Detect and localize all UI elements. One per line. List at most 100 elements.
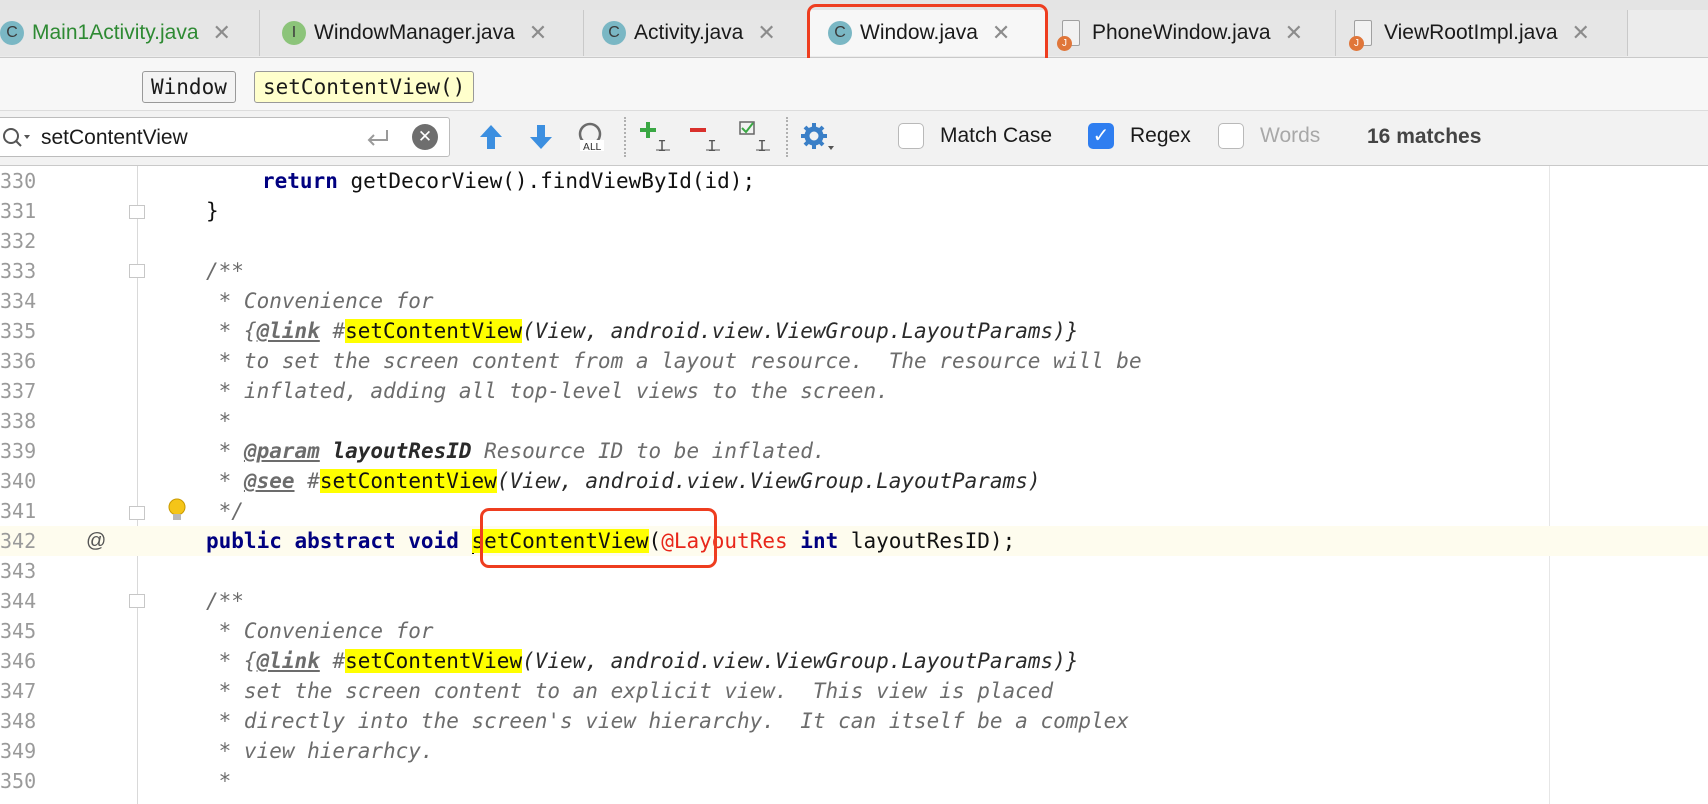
search-input[interactable]: setContentView ✕ — [0, 117, 450, 157]
line-number: 331 — [0, 199, 37, 223]
comment-text: * Convenience for — [206, 289, 434, 313]
comment-text: * directly into the screen's view hierar… — [206, 709, 1129, 733]
match-case-checkbox[interactable] — [898, 123, 924, 149]
javadoc-tag: @link — [256, 649, 320, 673]
close-icon[interactable]: ✕ — [757, 20, 775, 46]
code-line[interactable]: 347 * set the screen content to an expli… — [0, 676, 1708, 706]
javadoc-tag: @param — [243, 439, 320, 463]
editor-tab-bar: C Main1Activity.java ✕ I WindowManager.j… — [0, 0, 1708, 58]
enter-icon — [367, 130, 388, 146]
code-line[interactable]: 350 * — [0, 766, 1708, 796]
tab-label: Window.java — [860, 21, 978, 44]
code-line[interactable]: 331 } — [0, 196, 1708, 226]
regex-checkbox[interactable]: ✓ — [1088, 123, 1114, 149]
svg-text:ALL: ALL — [583, 142, 601, 153]
breadcrumb-class[interactable]: Window — [142, 71, 236, 103]
close-icon[interactable]: ✕ — [1285, 20, 1303, 46]
keyword: return — [262, 169, 338, 193]
java-file-icon: J — [1057, 20, 1080, 51]
code-line[interactable]: 346 * {@link #setContentView(View, andro… — [0, 646, 1708, 676]
arrow-down-icon[interactable] — [528, 123, 554, 151]
code-line-current[interactable]: 342 @ public abstract void setContentVie… — [0, 526, 1708, 556]
clear-icon[interactable]: ✕ — [412, 124, 438, 150]
tab-label: Main1Activity.java — [32, 21, 199, 44]
comment-text: * — [206, 469, 244, 493]
tab-label: PhoneWindow.java — [1092, 21, 1271, 44]
keyword: int — [800, 529, 839, 553]
gear-icon[interactable] — [800, 122, 836, 154]
code-text: } — [206, 199, 219, 223]
toolbar-separator — [786, 117, 788, 157]
search-match: setContentView — [345, 319, 523, 343]
fold-marker-icon[interactable] — [129, 594, 145, 608]
code-line[interactable]: 335 * {@link #setContentView(View, andro… — [0, 316, 1708, 346]
search-match: setContentView — [319, 469, 497, 493]
add-occurrence-icon[interactable]: I — [638, 120, 672, 154]
close-icon[interactable]: ✕ — [1572, 20, 1590, 46]
comment-text: * set the screen content to an explicit … — [206, 679, 1054, 703]
tab-windowmanager[interactable]: I WindowManager.java ✕ — [260, 10, 584, 56]
tab-label: WindowManager.java — [314, 21, 515, 44]
close-icon[interactable]: ✕ — [992, 20, 1010, 46]
search-icon[interactable] — [1, 126, 31, 150]
fold-marker-icon[interactable] — [129, 205, 145, 219]
remove-occurrence-icon[interactable]: I — [688, 120, 722, 154]
javadoc-reference: (View, android.view.ViewGroup.LayoutPara… — [496, 469, 1041, 493]
words-checkbox[interactable] — [1218, 123, 1244, 149]
code-line[interactable]: 336 * to set the screen content from a l… — [0, 346, 1708, 376]
code-line[interactable]: 343 — [0, 556, 1708, 586]
fold-marker-icon[interactable] — [129, 506, 145, 520]
code-line[interactable]: 345 * Convenience for — [0, 616, 1708, 646]
javadoc-reference: (View, android.view.ViewGroup.LayoutPara… — [522, 649, 1079, 673]
tab-activity[interactable]: C Activity.java ✕ — [584, 10, 810, 56]
code-line[interactable]: 338 * — [0, 406, 1708, 436]
code-line[interactable]: 349 * view hierarhcy. — [0, 736, 1708, 766]
select-all-occurrences-check-icon[interactable]: I — [738, 120, 772, 154]
arrow-up-icon[interactable] — [478, 123, 504, 151]
tab-main1activity[interactable]: C Main1Activity.java ✕ — [0, 10, 260, 56]
code-line[interactable]: 332 — [0, 226, 1708, 256]
line-number: 344 — [0, 589, 37, 613]
keyword: public abstract void — [206, 529, 459, 553]
line-number: 341 — [0, 499, 37, 523]
comment-text: /** — [206, 259, 244, 283]
tab-phonewindow[interactable]: J PhoneWindow.java ✕ — [1046, 10, 1336, 56]
code-text: ( — [648, 529, 662, 553]
tab-window[interactable]: C Window.java ✕ — [810, 10, 1046, 56]
code-line[interactable]: 348 * directly into the screen's view hi… — [0, 706, 1708, 736]
line-number: 333 — [0, 259, 37, 283]
code-line[interactable]: 333 /** — [0, 256, 1708, 286]
search-match: setContentView — [471, 529, 649, 553]
close-icon[interactable]: ✕ — [529, 20, 547, 46]
implemented-marker-icon[interactable]: @ — [86, 526, 106, 556]
comment-text: Resource ID to be inflated. — [471, 439, 826, 463]
interface-i-icon: I — [282, 21, 306, 45]
code-line[interactable]: 340 * @see #setContentView(View, android… — [0, 466, 1708, 496]
select-all-occurrences-icon[interactable]: ALL — [576, 121, 608, 153]
line-number: 339 — [0, 439, 37, 463]
code-line[interactable]: 344 /** — [0, 586, 1708, 616]
fold-marker-icon[interactable] — [129, 264, 145, 278]
line-number: 349 — [0, 739, 37, 763]
line-number: 338 — [0, 409, 37, 433]
code-editor[interactable]: 330 return getDecorView().findViewById(i… — [0, 166, 1708, 804]
breadcrumb-method[interactable]: setContentView() — [254, 71, 475, 103]
line-number: 346 — [0, 649, 37, 673]
comment-text: */ — [206, 499, 244, 523]
code-line[interactable]: 330 return getDecorView().findViewById(i… — [0, 166, 1708, 196]
comment-text: * inflated, adding all top-level views t… — [206, 379, 889, 403]
svg-text:I: I — [757, 137, 766, 154]
code-text: layoutResID); — [838, 529, 1016, 553]
lightbulb-icon[interactable] — [166, 498, 188, 522]
tab-label: ViewRootImpl.java — [1384, 21, 1558, 44]
code-line[interactable]: 334 * Convenience for — [0, 286, 1708, 316]
close-icon[interactable]: ✕ — [213, 20, 231, 46]
code-line[interactable]: 339 * @param layoutResID Resource ID to … — [0, 436, 1708, 466]
code-line[interactable]: 341 */ — [0, 496, 1708, 526]
tab-viewrootimpl[interactable]: J ViewRootImpl.java ✕ — [1336, 10, 1628, 56]
code-line[interactable]: 337 * inflated, adding all top-level vie… — [0, 376, 1708, 406]
annotation: @LayoutRes — [661, 529, 788, 553]
javadoc-tag: @see — [243, 469, 295, 493]
line-number: 330 — [0, 169, 37, 193]
line-number: 337 — [0, 379, 37, 403]
